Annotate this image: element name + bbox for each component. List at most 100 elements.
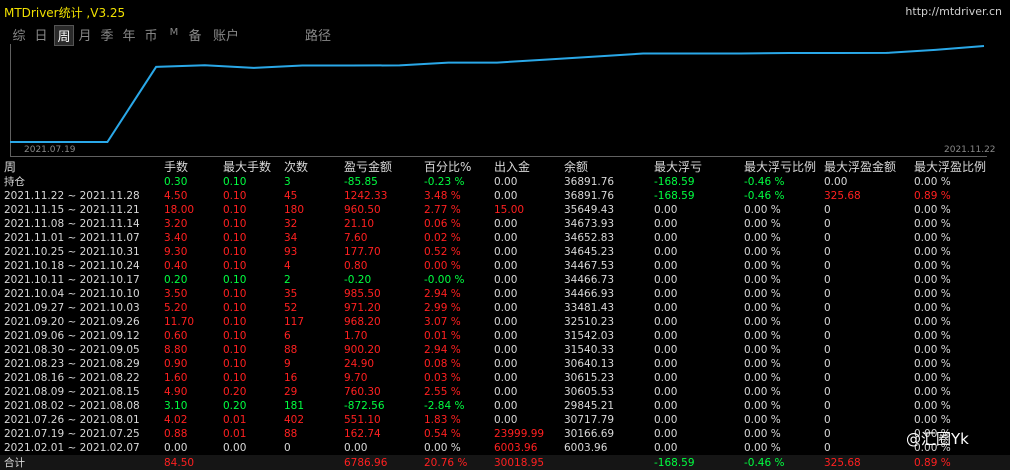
cell: 合计 [4, 457, 25, 469]
app-title: MTDriver统计 ,V3.25 [4, 6, 126, 20]
table-row: 2021.08.30 ~ 2021.09.05 8.80 0.10 88 900.20 2… [4, 343, 1004, 357]
cell: 0 [824, 246, 831, 258]
cell: 16 [284, 372, 298, 384]
cell: 45 [284, 190, 298, 202]
cell: 2021.10.04 ~ 2021.10.10 [4, 288, 140, 300]
cell: 最大浮亏比例 [744, 160, 817, 174]
cell: 88 [284, 344, 298, 356]
cell: 0.00 [223, 442, 247, 454]
cell: 0.10 [223, 302, 247, 314]
tab-5[interactable]: 年 [120, 25, 138, 44]
tab-9[interactable]: 账户 [208, 25, 244, 44]
cell: 7.60 [344, 232, 368, 244]
cell: 盈亏金额 [344, 160, 393, 174]
tab-6[interactable]: 币 [142, 25, 160, 44]
cell: 0.20 [164, 274, 188, 286]
balance-chart [10, 45, 985, 143]
cell: 0.10 [223, 190, 247, 202]
table-row: 2021.08.09 ~ 2021.08.15 4.90 0.20 29 760.30 2… [4, 385, 1004, 399]
cell: 325.68 [824, 190, 861, 202]
cell: 2021.11.15 ~ 2021.11.21 [4, 204, 140, 216]
cell: 2.94 % [424, 344, 461, 356]
tab-0[interactable]: 综 [10, 25, 28, 44]
cell: 0.10 [223, 316, 247, 328]
cell: 0.00 [494, 400, 518, 412]
cell: 0.00 [494, 288, 518, 300]
tab-2[interactable]: 周 [54, 25, 74, 46]
cell: 0 [284, 442, 291, 454]
cell: 0.01 [223, 428, 247, 440]
cell: 325.68 [824, 457, 861, 469]
cell: 最大浮盈金额 [824, 160, 897, 174]
cell: 0.00 [494, 414, 518, 426]
cell: 0.00 % [424, 442, 461, 454]
cell: 0.88 [164, 428, 188, 440]
cell: 2.99 % [424, 302, 461, 314]
balance-line [10, 45, 985, 143]
cell: 0 [824, 372, 831, 384]
cell: 0.00 % [744, 400, 781, 412]
cell: 3.07 % [424, 316, 461, 328]
cell: 11.70 [164, 316, 195, 328]
cell: 0.00 [654, 414, 678, 426]
cell: 0.60 [164, 330, 188, 342]
cell: -2.84 % [424, 400, 465, 412]
cell: 0.00 [654, 344, 678, 356]
tab-7[interactable]: M [166, 27, 182, 38]
cell: 177.70 [344, 246, 381, 258]
table-row: 2021.11.08 ~ 2021.11.14 3.20 0.10 32 21.10 0.… [4, 217, 1004, 231]
cell: 0.00 [494, 232, 518, 244]
cell: 2021.09.20 ~ 2021.09.26 [4, 316, 140, 328]
table-row: 2021.10.04 ~ 2021.10.10 3.50 0.10 35 985.50 2… [4, 287, 1004, 301]
cell: 0 [824, 316, 831, 328]
cell: -0.23 % [424, 176, 465, 188]
table-row: 持仓 0.30 0.10 3 -85.85 -0.23 % 0.00 36891.76 -168… [4, 175, 1004, 189]
cell: 0.00 [494, 372, 518, 384]
cell: 0.00 % [914, 232, 951, 244]
cell: -0.00 % [424, 274, 465, 286]
cell: 2021.09.06 ~ 2021.09.12 [4, 330, 140, 342]
cell: 2021.10.25 ~ 2021.10.31 [4, 246, 140, 258]
tab-4[interactable]: 季 [98, 25, 116, 44]
cell: 百分比% [424, 160, 472, 174]
cell: 0.00 % [744, 232, 781, 244]
cell: 0.01 % [424, 330, 461, 342]
cell: 0.00 [654, 386, 678, 398]
cell: 52 [284, 302, 298, 314]
cell: 0.00 [494, 260, 518, 272]
cell: 117 [284, 316, 305, 328]
cell: 3.48 % [424, 190, 461, 202]
cell: 30640.13 [564, 358, 615, 370]
cell: 出入金 [494, 160, 531, 174]
cell: 最大手数 [223, 160, 272, 174]
cell: 0.00 [344, 442, 368, 454]
cell: 2021.10.18 ~ 2021.10.24 [4, 260, 140, 272]
cell: 0.00 [654, 428, 678, 440]
cell: 0.00 % [744, 274, 781, 286]
table-row: 2021.08.16 ~ 2021.08.22 1.60 0.10 16 9.70 0.0… [4, 371, 1004, 385]
cell: 0.10 [223, 218, 247, 230]
cell: 0.00 [654, 358, 678, 370]
cell: 93 [284, 246, 298, 258]
tab-1[interactable]: 日 [32, 25, 50, 44]
cell: 36891.76 [564, 176, 615, 188]
tab-3[interactable]: 月 [76, 25, 94, 44]
tab-10[interactable]: 路径 [300, 25, 336, 44]
cell: 0.00 % [744, 218, 781, 230]
tab-8[interactable]: 备 [186, 25, 204, 44]
site-link[interactable]: http://mtdriver.cn [905, 5, 1002, 18]
cell: 2.94 % [424, 288, 461, 300]
table-row: 2021.11.15 ~ 2021.11.21 18.00 0.10 180 960.5… [4, 203, 1004, 217]
cell: 9.70 [344, 372, 368, 384]
cell: 0.89 % [914, 457, 951, 469]
cell: 0.10 [223, 246, 247, 258]
cell: 2021.11.22 ~ 2021.11.28 [4, 190, 140, 202]
cell: 34466.93 [564, 288, 615, 300]
table-row: 2021.08.23 ~ 2021.08.29 0.90 0.10 9 24.90 0.0… [4, 357, 1004, 371]
cell: 29 [284, 386, 298, 398]
cell: 0.00 % [914, 372, 951, 384]
cell: 29845.21 [564, 400, 615, 412]
cell: 6786.96 [344, 457, 388, 469]
cell: 0.00 % [914, 330, 951, 342]
cell: 402 [284, 414, 305, 426]
